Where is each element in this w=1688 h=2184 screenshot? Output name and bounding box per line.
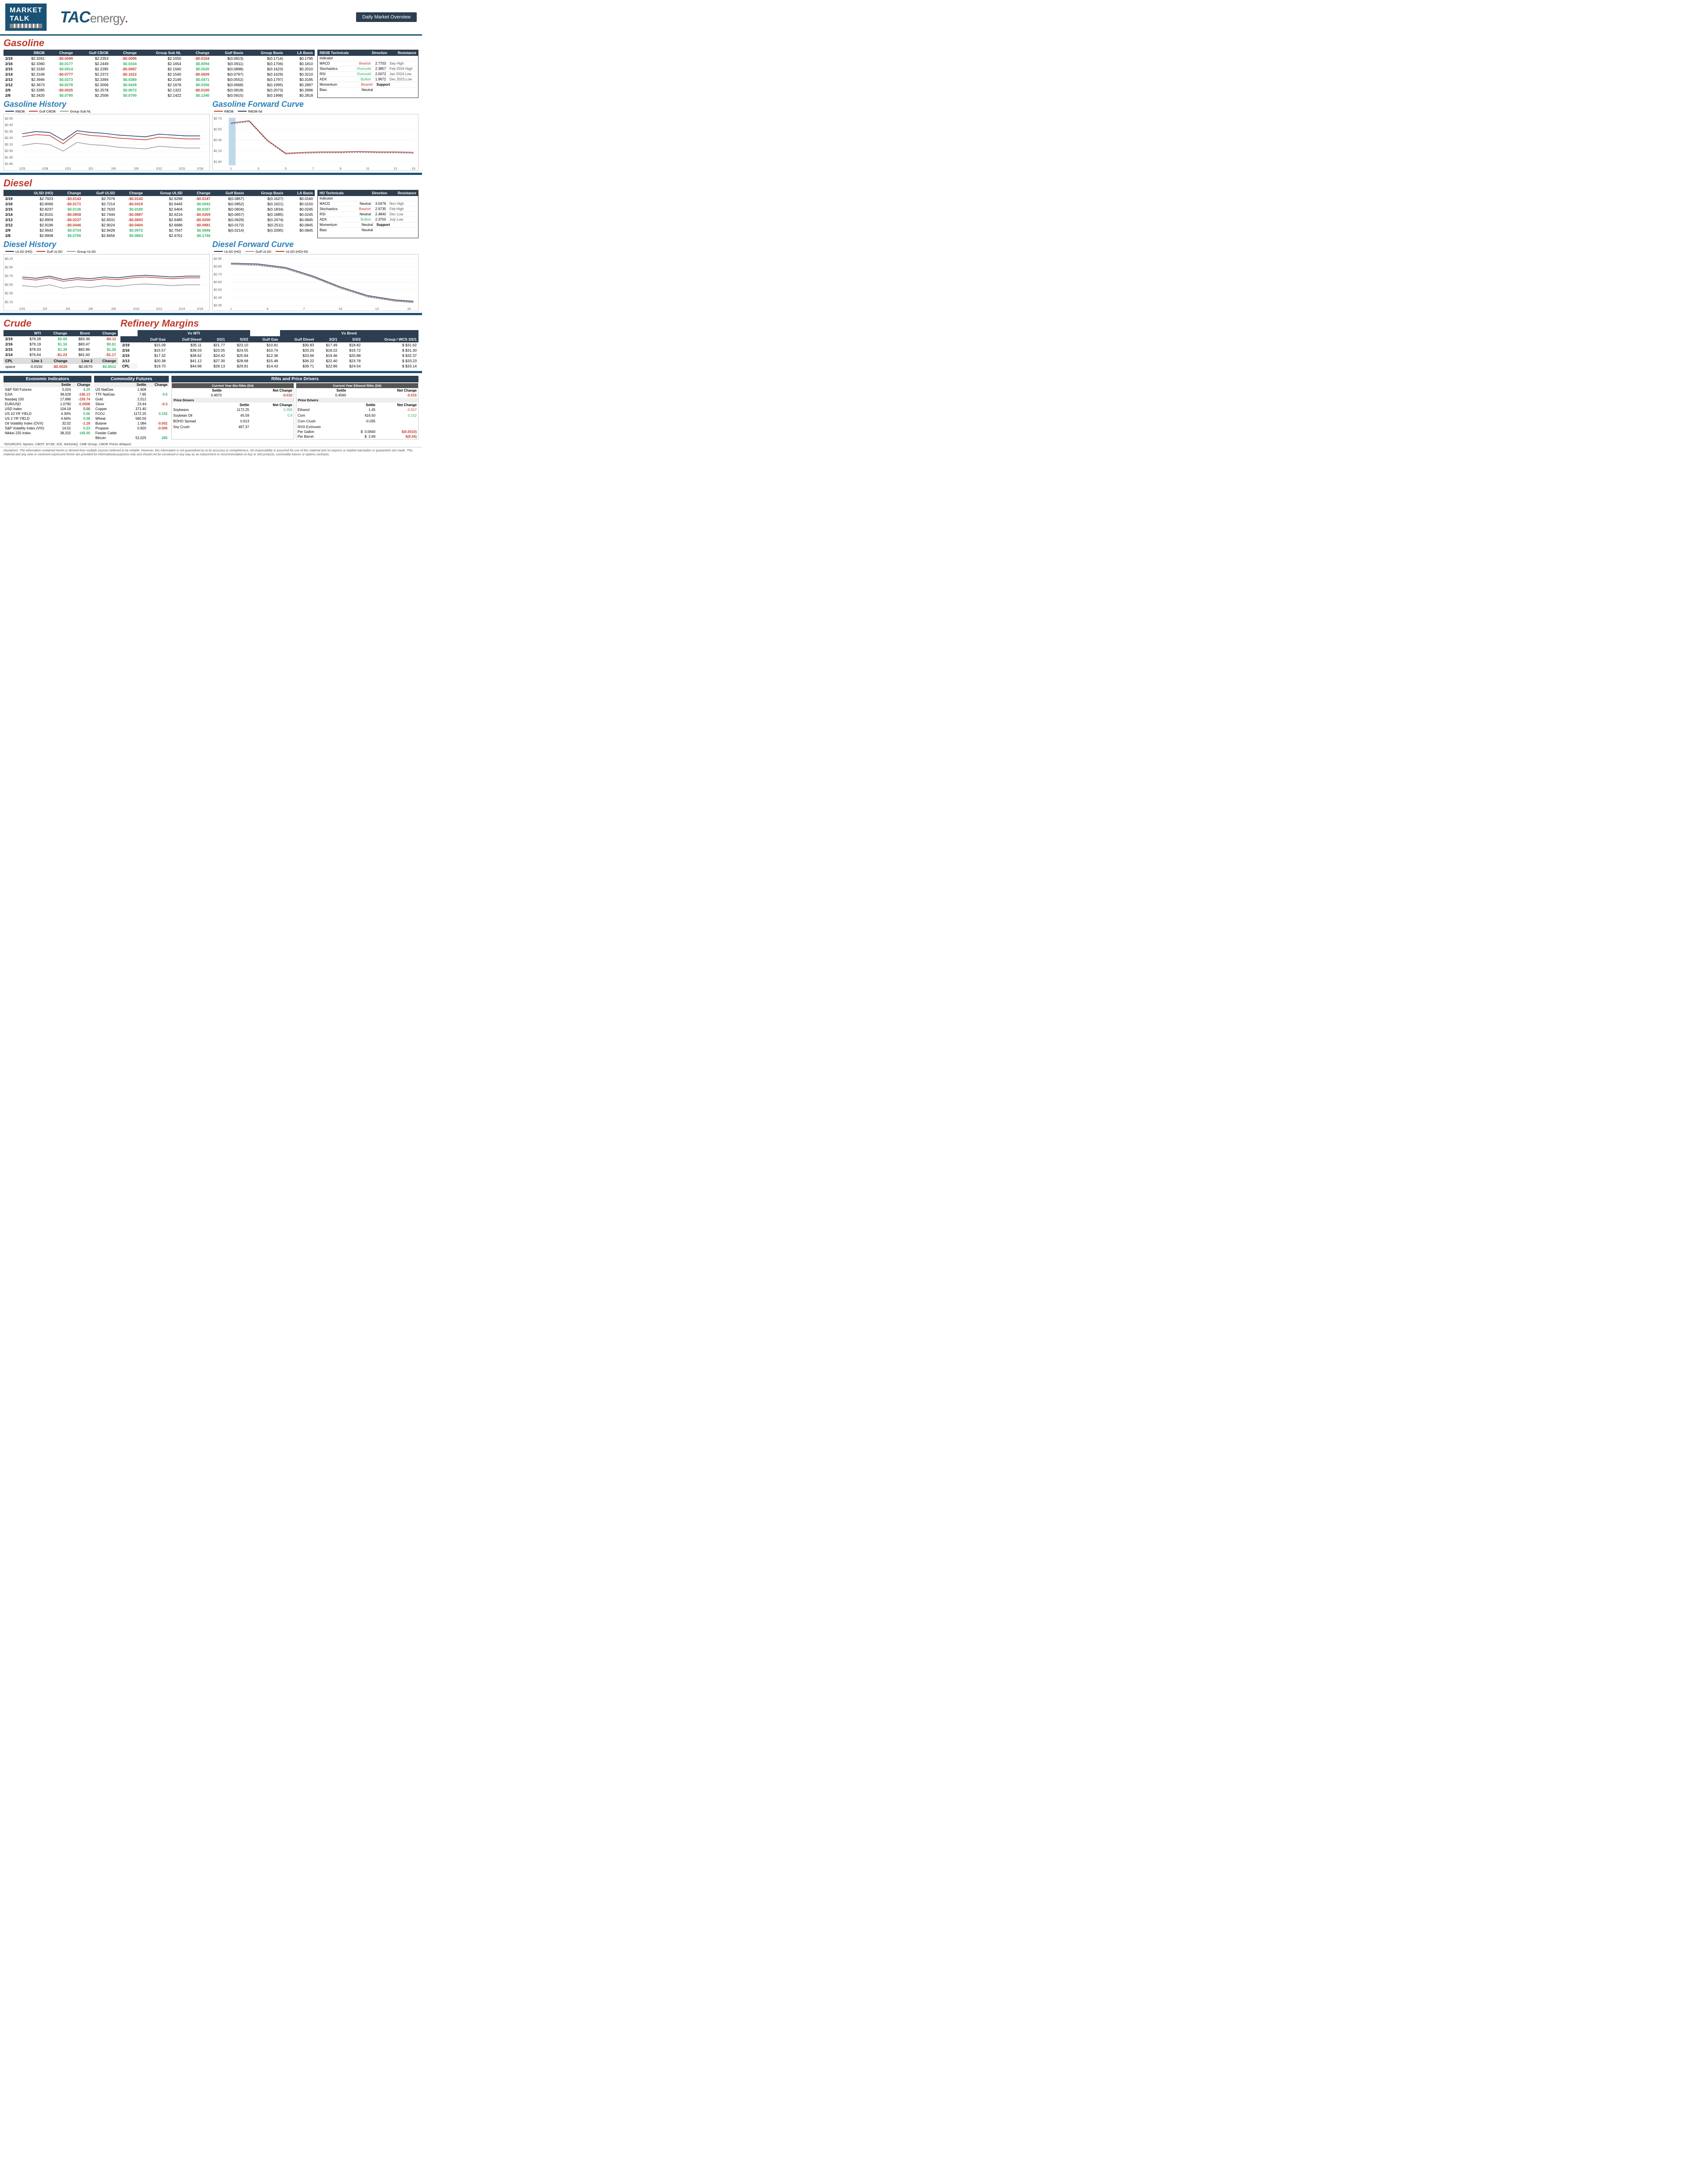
svg-text:$2.10: $2.10	[5, 143, 13, 146]
tac-energy-logo: TACenergy.	[60, 8, 127, 26]
gasoline-table: RBOB Change Gulf CBOB Change Group Sub N…	[4, 50, 315, 98]
crude-title: Crude	[4, 318, 118, 329]
sources-text: *SOURCES: Nymex, CBOT, NYSE, ICE, NASDAQ…	[0, 441, 422, 447]
commodity-table: Settle Change US NatGas 1.609 TTF NatGas…	[94, 382, 169, 440]
diesel-table: ULSD (HO) Change Gulf ULSD Change Group …	[4, 190, 315, 238]
svg-text:2/9: 2/9	[134, 167, 138, 171]
gasoline-title: Gasoline	[4, 37, 418, 49]
bottom-section: Economic Indicators Settle Change S&P 50…	[0, 374, 422, 441]
blue-divider-2	[0, 313, 422, 315]
diesel-section: Diesel ULSD (HO) Change Gulf ULSD Change…	[0, 176, 422, 239]
svg-text:$2.70: $2.70	[214, 117, 222, 120]
svg-text:$2.35: $2.35	[5, 292, 13, 295]
svg-text:1: 1	[230, 167, 232, 171]
svg-text:$3.15: $3.15	[5, 257, 13, 261]
eco-indicators-table: Settle Change S&P 500 Futures 5,024 4.25…	[4, 382, 91, 436]
svg-text:2/8: 2/8	[111, 307, 116, 311]
gasoline-section: Gasoline RBOB Change Gulf CBOB Change Gr…	[0, 36, 422, 99]
refinery-table: Vs WTI Vs Brent Gulf Gas Gulf Diesel 3/2…	[120, 330, 418, 369]
svg-text:$2.40: $2.40	[214, 296, 222, 300]
svg-text:2/6: 2/6	[111, 167, 116, 171]
blue-divider-1	[0, 173, 422, 175]
svg-text:2/4: 2/4	[65, 307, 70, 311]
svg-text:1/25: 1/25	[19, 167, 25, 171]
gasoline-forward-title: Gasoline Forward Curve	[212, 100, 418, 109]
svg-text:9: 9	[340, 167, 342, 171]
svg-text:2/12: 2/12	[156, 167, 162, 171]
disclaimer-text: Disclaimer: The information contained he…	[0, 447, 422, 458]
diesel-technicals: HO Technicals Direction Resistance Indic…	[317, 190, 418, 238]
svg-text:$2.50: $2.50	[214, 128, 222, 131]
svg-text:2/18: 2/18	[197, 167, 203, 171]
header: MARKET TALK ▐▐▐▐▐▐▐ TACenergy. Daily Mar…	[0, 0, 422, 36]
svg-text:$2.95: $2.95	[5, 266, 13, 269]
svg-text:11: 11	[366, 167, 370, 171]
svg-text:$2.50: $2.50	[5, 117, 13, 120]
svg-text:2/14: 2/14	[179, 307, 185, 311]
diesel-title: Diesel	[4, 178, 418, 189]
svg-text:1/31: 1/31	[65, 167, 71, 171]
svg-text:$2.55: $2.55	[5, 283, 13, 287]
svg-text:$2.30: $2.30	[214, 138, 222, 142]
svg-text:2/3: 2/3	[88, 167, 93, 171]
svg-text:$2.75: $2.75	[5, 274, 13, 278]
svg-text:$2.20: $2.20	[5, 136, 13, 140]
svg-text:7: 7	[303, 307, 305, 311]
svg-text:$2.80: $2.80	[214, 265, 222, 269]
gasoline-charts-row: Gasoline History RBOB Gulf CBOB Group Su…	[0, 99, 422, 172]
svg-text:3: 3	[258, 167, 259, 171]
crude-table: WTI Change Brent Change 2/19 $79.28 $0.0…	[4, 330, 118, 357]
svg-text:$1.90: $1.90	[214, 160, 222, 164]
svg-text:2/12: 2/12	[156, 307, 162, 311]
svg-text:$2.00: $2.00	[5, 149, 13, 153]
crude-refinery-row: Crude WTI Change Brent Change 2/19 $79.2…	[0, 316, 422, 370]
svg-text:7: 7	[312, 167, 314, 171]
diesel-forward-title: Diesel Forward Curve	[212, 240, 418, 249]
svg-text:$1.80: $1.80	[5, 162, 13, 166]
svg-text:$2.70: $2.70	[214, 273, 222, 276]
gasoline-technicals: RBOB Technicals Direction Resistance Ind…	[317, 50, 418, 98]
svg-text:2/6: 2/6	[88, 307, 93, 311]
refinery-title: Refinery Margins	[120, 318, 418, 329]
svg-text:$2.10: $2.10	[214, 149, 222, 153]
svg-text:$2.40: $2.40	[5, 124, 13, 127]
svg-text:1/31: 1/31	[19, 307, 25, 311]
svg-text:2/10: 2/10	[133, 307, 139, 311]
svg-text:2/2: 2/2	[43, 307, 47, 311]
svg-text:10: 10	[339, 307, 342, 311]
svg-text:4: 4	[267, 307, 269, 311]
svg-text:$1.90: $1.90	[5, 156, 13, 160]
svg-text:1: 1	[230, 307, 232, 311]
svg-text:2/15: 2/15	[179, 167, 185, 171]
svg-text:13: 13	[375, 307, 379, 311]
svg-text:$2.90: $2.90	[214, 257, 222, 261]
gasoline-history-title: Gasoline History	[4, 100, 210, 109]
blue-divider-3	[0, 371, 422, 373]
svg-text:15: 15	[412, 167, 415, 171]
daily-overview-badge: Daily Market Overview	[356, 12, 417, 22]
svg-text:$2.50: $2.50	[214, 288, 222, 292]
svg-text:13: 13	[393, 167, 397, 171]
market-talk-logo: MARKET TALK ▐▐▐▐▐▐▐	[5, 4, 47, 31]
svg-text:5: 5	[285, 167, 287, 171]
svg-text:16: 16	[407, 307, 411, 311]
svg-text:2/16: 2/16	[197, 307, 203, 311]
svg-text:$2.30: $2.30	[5, 130, 13, 133]
svg-text:$2.15: $2.15	[5, 300, 13, 304]
diesel-history-title: Diesel History	[4, 240, 210, 249]
svg-text:1/28: 1/28	[42, 167, 48, 171]
svg-text:$2.60: $2.60	[214, 280, 222, 284]
svg-text:$2.30: $2.30	[214, 304, 222, 307]
diesel-charts-row: Diesel History ULSD (HO) Gulf ULSD Group…	[0, 239, 422, 312]
